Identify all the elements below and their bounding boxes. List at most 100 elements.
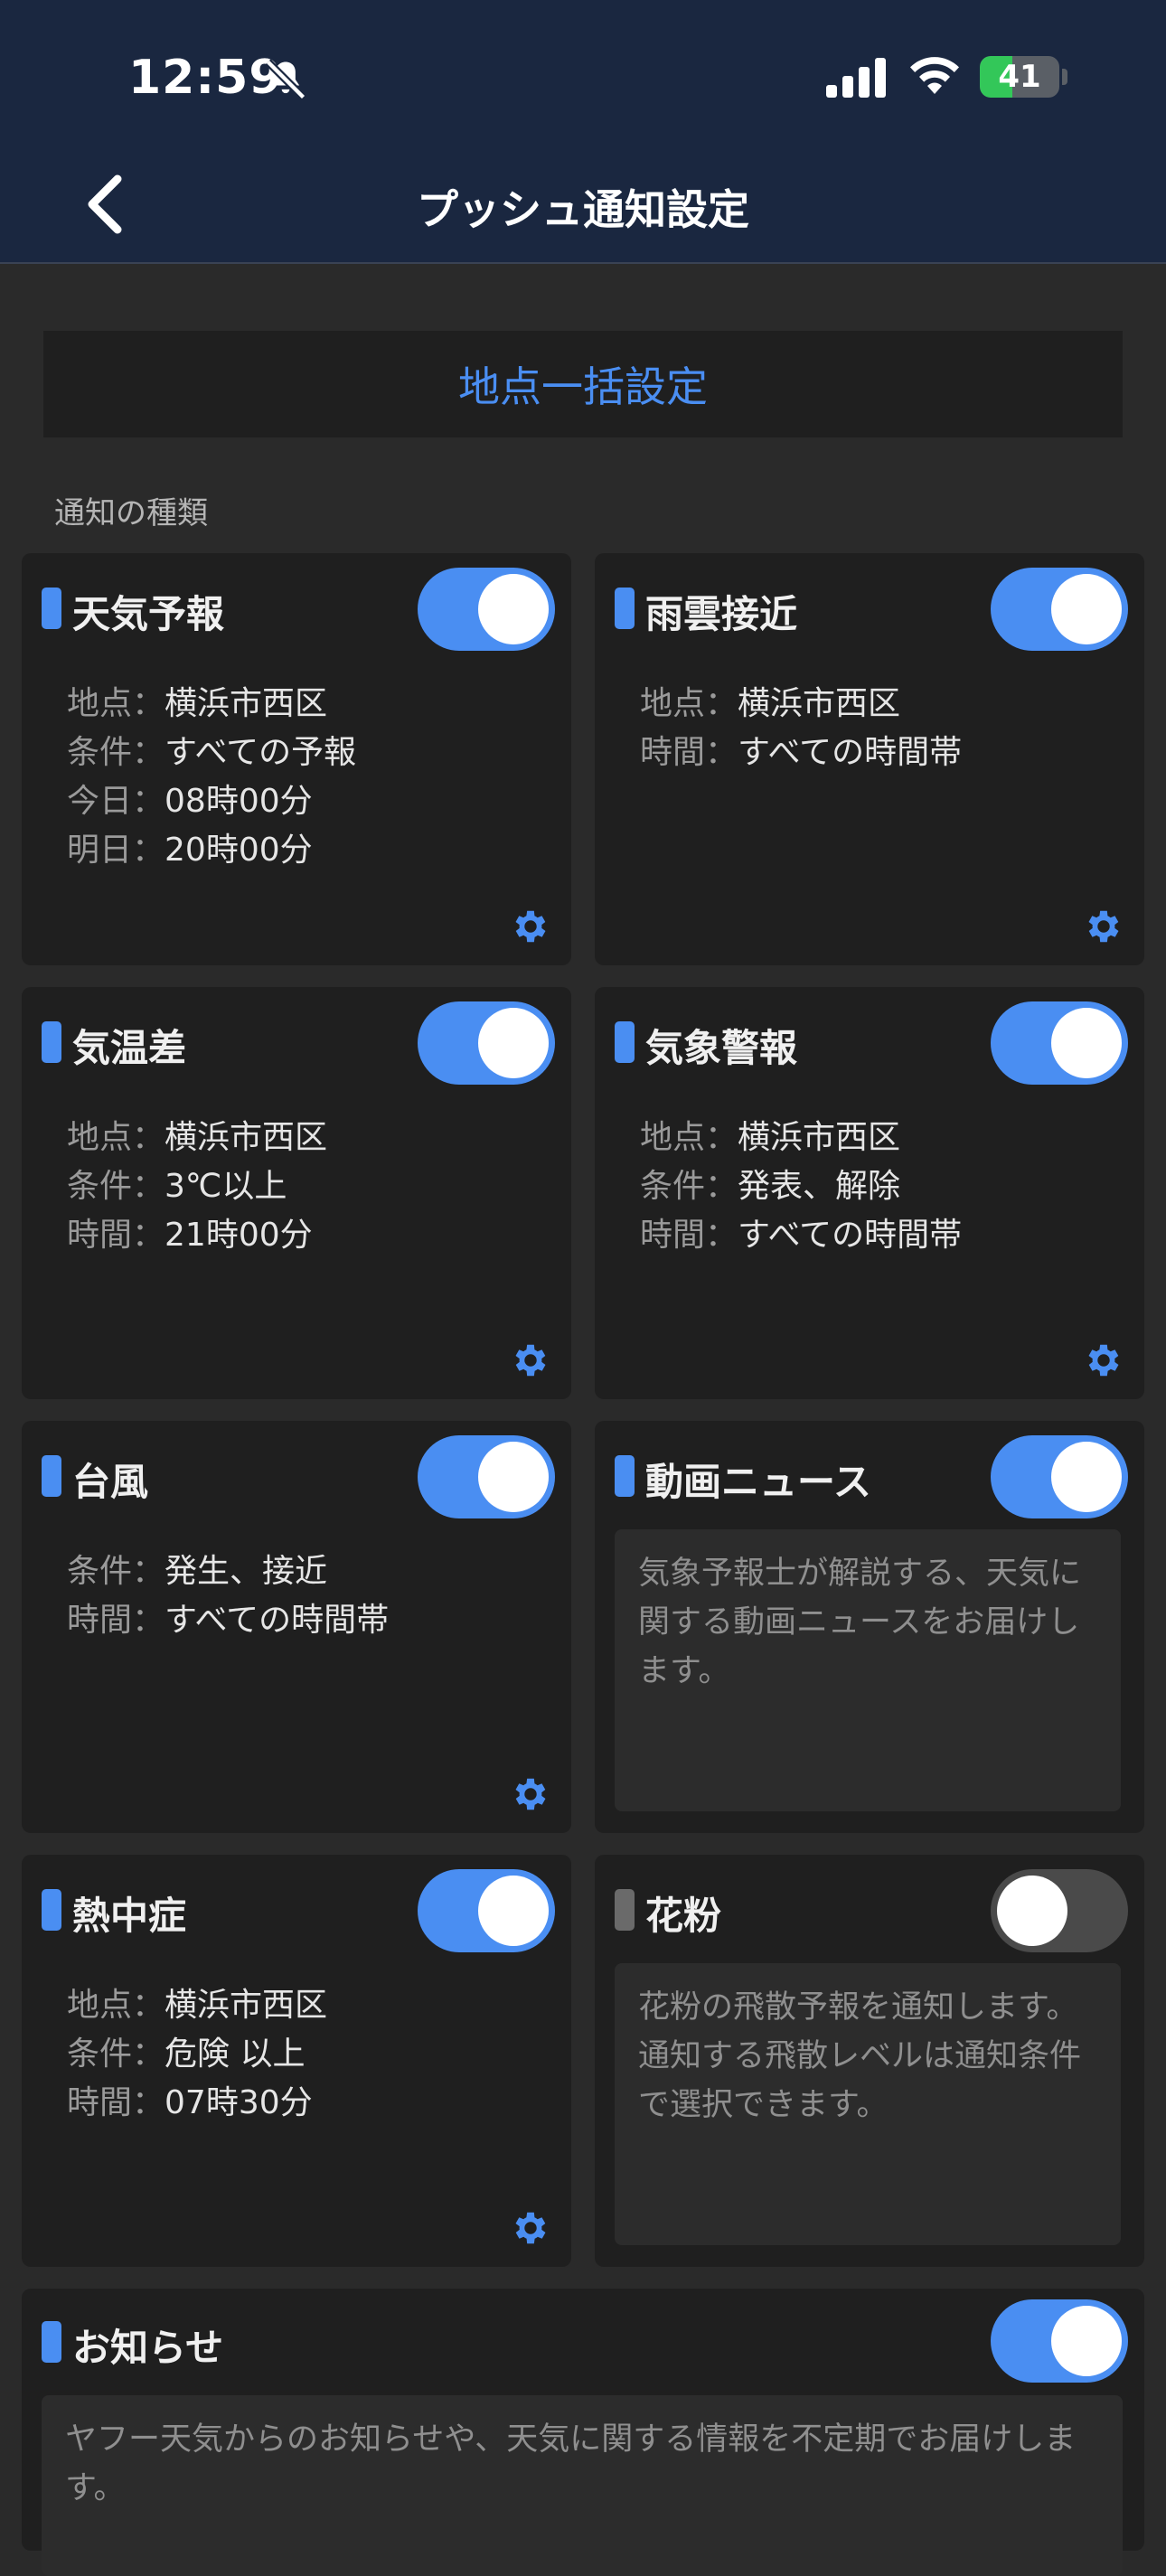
card-toggle[interactable] bbox=[991, 1001, 1128, 1085]
info-row: 条件：発生、接近 bbox=[67, 1547, 389, 1596]
card-toggle[interactable] bbox=[991, 1435, 1128, 1518]
info-row: 条件：発表、解除 bbox=[640, 1162, 962, 1211]
toggle-knob bbox=[478, 1876, 549, 1946]
card-toggle[interactable] bbox=[991, 1869, 1128, 1952]
info-separator: ： bbox=[132, 783, 165, 820]
toggle-knob bbox=[1051, 574, 1122, 644]
info-row: 地点：横浜市西区 bbox=[67, 1114, 327, 1162]
info-separator: ： bbox=[705, 1119, 738, 1156]
info-separator: ： bbox=[132, 832, 165, 869]
card-description: 気象予報士が解説する、天気に関する動画ニュースをお届けします。 bbox=[615, 1529, 1121, 1811]
info-row: 時間：21時00分 bbox=[67, 1211, 327, 1260]
card-info: 地点：横浜市西区 条件：発表、解除時間 ： すべての時間帯 bbox=[640, 1114, 962, 1260]
gear-icon[interactable] bbox=[510, 1340, 551, 1381]
info-value: 発生、接近 bbox=[165, 1553, 328, 1590]
gear-icon[interactable] bbox=[1083, 1340, 1124, 1381]
gear-icon[interactable] bbox=[510, 1773, 551, 1815]
gear-icon[interactable] bbox=[1083, 906, 1124, 947]
notice-toggle[interactable] bbox=[991, 2299, 1128, 2383]
card-accent bbox=[615, 1455, 635, 1497]
info-value: 横浜市西区 bbox=[165, 1119, 328, 1156]
card-title: 気温差 bbox=[72, 1026, 187, 1070]
info-key: 明日 bbox=[67, 832, 133, 869]
info-separator: ： bbox=[132, 1553, 165, 1590]
info-separator: ： bbox=[132, 1217, 165, 1254]
card-info: 地点：横浜市西区 時間：すべての時間帯 bbox=[640, 680, 962, 777]
card-accent bbox=[42, 588, 61, 629]
wifi-icon bbox=[910, 57, 959, 94]
info-separator: ： bbox=[132, 1987, 165, 2024]
card-title: 熱中症 bbox=[72, 1894, 187, 1938]
info-key: 地点 bbox=[67, 1119, 133, 1156]
card-3: 気象警報 地点：横浜市西区 条件：発表、解除 時間：すべての時間帯 bbox=[595, 987, 1144, 1399]
card-toggle[interactable] bbox=[418, 1001, 555, 1085]
info-separator: ： bbox=[705, 685, 738, 722]
info-value: 20時00分 bbox=[165, 832, 313, 869]
info-row: 今日：08時00分 bbox=[67, 777, 356, 826]
info-key: 地点 bbox=[67, 685, 133, 722]
toggle-knob bbox=[478, 1442, 549, 1512]
info-key: 時間 bbox=[640, 734, 706, 771]
card-toggle[interactable] bbox=[418, 568, 555, 651]
info-value: 横浜市西区 bbox=[738, 1119, 901, 1156]
card-1: 雨雲接近 地点：横浜市西区 時間：すべての時間帯 bbox=[595, 553, 1144, 965]
bulk-location-setting-button[interactable]: 地点一括設定 bbox=[43, 331, 1123, 437]
top-bar: 12:59 41 プッシュ通知設定 bbox=[0, 0, 1166, 264]
info-key: 条件 bbox=[67, 1553, 133, 1590]
battery-cap bbox=[1062, 69, 1067, 85]
info-value: 発表、解除 bbox=[738, 1168, 901, 1205]
info-separator: ： bbox=[132, 1168, 165, 1205]
card-title: 動画ニュース bbox=[645, 1460, 871, 1504]
card-toggle[interactable] bbox=[991, 568, 1128, 651]
info-separator: ： bbox=[132, 734, 165, 771]
info-key: 地点 bbox=[640, 685, 706, 722]
card-4: 台風 条件：発生、接近 時間：すべての時間帯 bbox=[22, 1421, 571, 1833]
card-accent bbox=[615, 588, 635, 629]
card-accent bbox=[42, 1021, 61, 1063]
toggle-knob bbox=[997, 1876, 1067, 1946]
info-row: 時間：すべての時間帯 bbox=[67, 1596, 389, 1645]
info-key: 時間 bbox=[67, 2084, 133, 2121]
info-row: 条件：すべての予報 bbox=[67, 729, 356, 777]
card-accent bbox=[42, 2321, 61, 2363]
info-row: 地点：横浜市西区 bbox=[640, 680, 962, 729]
toggle-knob bbox=[478, 574, 549, 644]
card-accent bbox=[615, 1021, 635, 1063]
bell-slash-icon bbox=[265, 59, 306, 100]
info-key: 時間 bbox=[640, 1217, 706, 1254]
info-row: 地点：横浜市西区 bbox=[640, 1114, 962, 1162]
section-label: 通知の種類 bbox=[54, 495, 208, 531]
info-separator: ： bbox=[132, 1602, 165, 1639]
card-toggle[interactable] bbox=[418, 1869, 555, 1952]
info-key: 時間 bbox=[67, 1217, 133, 1254]
card-0: 天気予報 地点：横浜市西区 条件：すべての予報 今日：08時00分 明日：20時00分 bbox=[22, 553, 571, 965]
page-title: プッシュ通知設定 bbox=[417, 185, 749, 234]
info-value: 08時00分 bbox=[165, 783, 313, 820]
card-accent bbox=[42, 1889, 61, 1931]
info-key: 今日 bbox=[67, 783, 133, 820]
info-row: 地点：横浜市西区 bbox=[67, 680, 356, 729]
info-value: すべての時間帯 bbox=[738, 1217, 963, 1254]
card-info: 地点：横浜市西区 条件：危険 以上 時間：07時30分 bbox=[67, 1981, 327, 2128]
status-time: 12:59 bbox=[128, 51, 283, 105]
info-key: 地点 bbox=[640, 1119, 706, 1156]
info-row: 明日：20時00分 bbox=[67, 826, 356, 875]
info-row: 条件：危険 以上 bbox=[67, 2030, 327, 2079]
info-value: すべての時間帯 bbox=[738, 734, 963, 771]
info-separator: ： bbox=[705, 734, 738, 771]
card-toggle[interactable] bbox=[418, 1435, 555, 1518]
info-value: すべての時間帯 bbox=[165, 1602, 390, 1639]
info-key: 時間 bbox=[67, 1602, 133, 1639]
card-5: 動画ニュース気象予報士が解説する、天気に関する動画ニュースをお届けします。 bbox=[595, 1421, 1144, 1833]
info-row: 時間：07時30分 bbox=[67, 2079, 327, 2128]
card-info: 条件：発生、接近 時間：すべての時間帯 bbox=[67, 1547, 389, 1645]
card-info: 地点：横浜市西区 条件：すべての予報 今日：08時00分 明日：20時00分 bbox=[67, 680, 356, 875]
info-value: 横浜市西区 bbox=[165, 685, 328, 722]
info-value: 危険 以上 bbox=[165, 2035, 306, 2073]
toggle-knob bbox=[1051, 1008, 1122, 1078]
gear-icon[interactable] bbox=[510, 906, 551, 947]
gear-icon[interactable] bbox=[510, 2207, 551, 2249]
info-key: 条件 bbox=[67, 1168, 133, 1205]
card-title: 天気予報 bbox=[72, 592, 225, 636]
info-row: 地点：横浜市西区 bbox=[67, 1981, 327, 2030]
